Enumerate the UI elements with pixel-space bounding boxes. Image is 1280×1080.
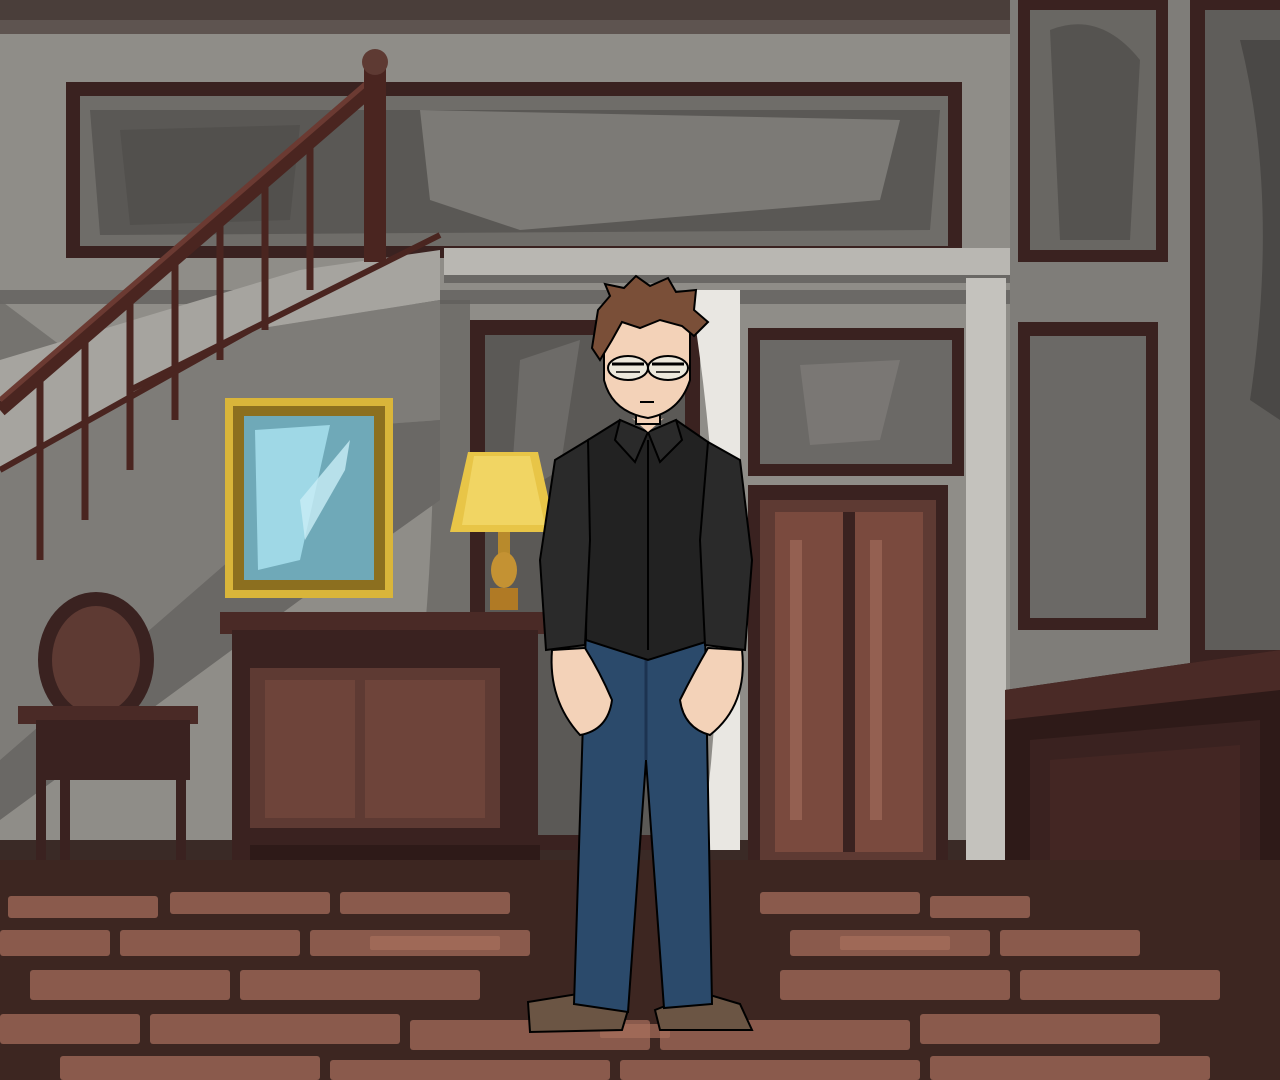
side-table [220,612,550,863]
gold-framed-mirror [225,398,393,598]
upper-right-panel [748,328,964,476]
brick-floor [0,860,1280,1080]
game-scene [0,0,1280,1080]
scene-canvas [0,0,1280,1080]
wooden-door [748,485,948,870]
